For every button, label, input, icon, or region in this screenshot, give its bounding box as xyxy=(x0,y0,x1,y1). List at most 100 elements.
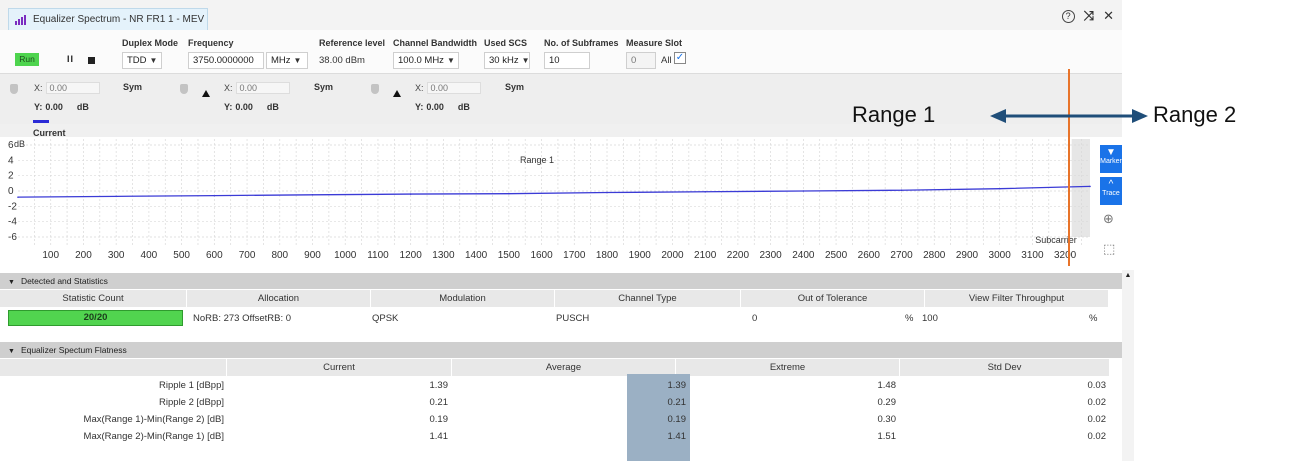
x-tick-label: 3100 xyxy=(1021,250,1044,261)
x-tick-label: 2800 xyxy=(923,250,946,261)
current-value: 1.41 xyxy=(429,431,449,442)
pause-button[interactable]: II xyxy=(67,54,74,64)
title-bar: Equalizer Spectrum - NR FR1 1 - MEV ? ⤨ … xyxy=(0,0,1122,30)
marker-triangle-icon xyxy=(393,90,401,97)
y-tick-label: 4 xyxy=(8,155,14,166)
zoom-area-icon[interactable]: ⬚ xyxy=(1103,241,1119,257)
collapse-triangle-icon[interactable]: ▼ xyxy=(8,348,15,355)
equalizer-spectrum-chart[interactable]: 6 4 2 0 -2 -4 -6 dB 100 200 300 400 500 600 700 800 900 1… xyxy=(0,137,1122,270)
x-tick-label: 300 xyxy=(108,250,125,261)
row-label: Max(Range 1)-Min(Range 2) [dB] xyxy=(83,414,224,425)
measure-slot-all-label: All xyxy=(661,55,672,66)
marker-pin-icon[interactable] xyxy=(10,84,18,94)
detected-section-header[interactable]: ▼ Detected and Statistics xyxy=(0,273,1122,289)
y-tick-label: 0 xyxy=(8,186,14,197)
std-dev-value: 0.02 xyxy=(1087,414,1107,425)
marker-1-x-unit: Sym xyxy=(123,82,143,92)
col-extreme: Extreme xyxy=(676,359,900,376)
marker-3-x-field[interactable]: 0.00 xyxy=(426,82,481,94)
flatness-section-header[interactable]: ▼ Equalizer Spectum Flatness xyxy=(0,342,1122,358)
std-dev-value: 0.03 xyxy=(1087,380,1107,391)
data-point xyxy=(213,194,216,197)
chart-side-tools: ▼ Marker ^ Trace ⊕ ⬚ xyxy=(1094,137,1122,270)
used-scs-select[interactable]: 30 kHz ▼ xyxy=(484,52,530,69)
marker-button[interactable]: ▼ Marker xyxy=(1100,145,1122,173)
chevron-down-icon: ▼ xyxy=(521,56,530,65)
std-dev-value: 0.02 xyxy=(1087,431,1107,442)
close-icon[interactable]: ✕ xyxy=(1103,8,1114,24)
stop-button[interactable] xyxy=(88,57,95,64)
measure-slot-label: Measure Slot xyxy=(626,38,683,48)
marker-2-y-value: 0.00 xyxy=(235,102,253,112)
marker-pin-icon[interactable] xyxy=(371,84,379,94)
chevron-down-icon: ▼ xyxy=(446,56,455,65)
collapse-triangle-icon[interactable]: ▼ xyxy=(8,279,15,286)
measure-slot-all-checkbox[interactable]: ✓ xyxy=(674,52,686,64)
application-window: Equalizer Spectrum - NR FR1 1 - MEV ? ⤨ … xyxy=(0,0,1122,461)
frequency-label: Frequency xyxy=(188,38,234,48)
run-button[interactable]: Run xyxy=(15,53,39,66)
average-value: 0.21 xyxy=(667,397,687,408)
x-tick-label: 400 xyxy=(141,250,158,261)
channel-bandwidth-label: Channel Bandwidth xyxy=(393,38,477,48)
col-view-filter-throughput: View Filter Throughput xyxy=(925,290,1109,307)
frequency-unit-select[interactable]: MHz ▼ xyxy=(266,52,308,69)
x-tick-label: 2100 xyxy=(694,250,717,261)
series-line-current xyxy=(17,185,1091,198)
results-scrollbar[interactable]: ▲ xyxy=(1122,270,1134,461)
scroll-up-icon[interactable]: ▲ xyxy=(1122,272,1134,279)
col-channel-type: Channel Type xyxy=(555,290,741,307)
data-point xyxy=(802,190,805,192)
duplex-mode-select[interactable]: TDD ▼ xyxy=(122,52,162,69)
frequency-input[interactable]: 3750.0000000 xyxy=(188,52,264,69)
x-tick-label: 2700 xyxy=(890,250,913,261)
row-label: Max(Range 2)-Min(Range 1) [dB] xyxy=(83,431,224,442)
allocation-value: NoRB: 273 OffsetRB: 0 xyxy=(193,313,292,324)
data-point xyxy=(409,193,412,195)
x-axis-label: Subcarrier xyxy=(1035,235,1077,245)
chart-canvas[interactable]: 6420-2-4-6dB100 200 300 400 500 600 700 800 900 1… xyxy=(0,137,1094,270)
x-tick-label: 1600 xyxy=(530,250,553,261)
x-tick-label: 600 xyxy=(206,250,223,261)
help-icon[interactable]: ? xyxy=(1061,9,1075,23)
spectrum-icon xyxy=(15,14,27,25)
x-tick-label: 100 xyxy=(42,250,59,261)
range-1-plot-label: Range 1 xyxy=(520,155,554,165)
data-point xyxy=(998,187,1001,190)
marker-icon: ▼ xyxy=(1106,147,1116,158)
measure-slot-input[interactable]: 0 xyxy=(626,52,656,69)
reference-level-value[interactable]: 38.00 dBm xyxy=(319,55,365,66)
marker-pin-icon[interactable] xyxy=(180,84,188,94)
arrow-right-head xyxy=(1132,109,1148,123)
window-actions: ? ⤨ ✕ xyxy=(1061,8,1114,24)
x-tick-label: 2900 xyxy=(956,250,979,261)
data-point xyxy=(704,190,706,193)
col-current: Current xyxy=(227,359,452,376)
y-axis-unit: dB xyxy=(14,139,25,149)
channel-type-value: PUSCH xyxy=(556,313,590,324)
subframes-input[interactable]: 10 xyxy=(544,52,590,69)
x-tick-label: 2200 xyxy=(727,250,750,261)
data-point xyxy=(17,196,19,198)
marker-2-x-unit: Sym xyxy=(314,82,334,92)
data-point xyxy=(508,192,510,195)
x-tick-label: 1300 xyxy=(432,250,455,261)
row-label: Ripple 2 [dBpp] xyxy=(159,397,224,408)
zoom-reset-icon[interactable]: ⊕ xyxy=(1103,211,1119,227)
tab-equalizer-spectrum[interactable]: Equalizer Spectrum - NR FR1 1 - MEV xyxy=(8,8,208,30)
x-tick-label: 2000 xyxy=(661,250,684,261)
duplex-mode-label: Duplex Mode xyxy=(122,38,179,48)
average-value: 1.39 xyxy=(667,380,687,391)
col-std-dev: Std Dev xyxy=(900,359,1110,376)
collapse-icon[interactable]: ⤨ xyxy=(1084,8,1094,24)
trace-button[interactable]: ^ Trace xyxy=(1100,177,1122,205)
marker-3-x-unit: Sym xyxy=(505,82,525,92)
channel-bandwidth-select[interactable]: 100.0 MHz ▼ xyxy=(393,52,459,69)
marker-1-x-field[interactable]: 0.00 xyxy=(45,82,100,94)
tab-title: Equalizer Spectrum - NR FR1 1 - MEV xyxy=(33,14,205,25)
marker-2-x-field[interactable]: 0.00 xyxy=(235,82,290,94)
x-tick-label: 900 xyxy=(304,250,321,261)
x-tick-label: 2500 xyxy=(825,250,848,261)
x-tick-label: 3000 xyxy=(989,250,1012,261)
marker-1-y-value: 0.00 xyxy=(45,102,63,112)
